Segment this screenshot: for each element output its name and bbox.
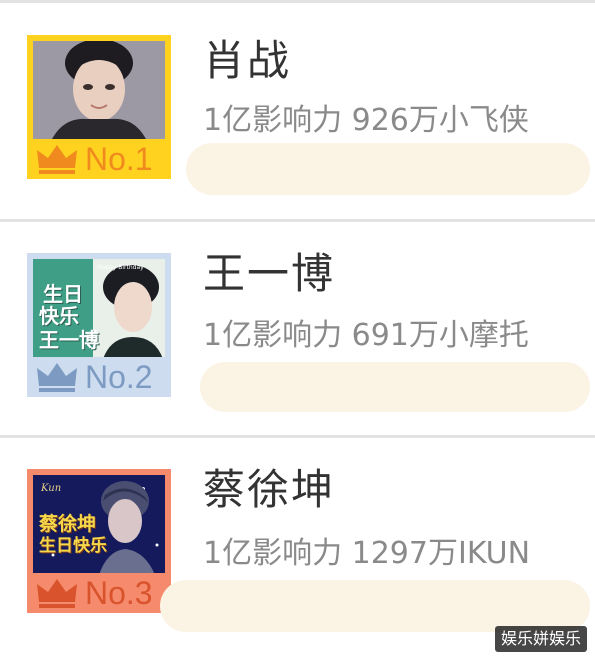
- poster-text-line: 生日快乐: [39, 536, 107, 556]
- crown-icon: [37, 363, 77, 392]
- poster-text-line: 快乐: [39, 304, 79, 328]
- star-name: 蔡徐坤: [203, 465, 336, 514]
- redaction-smear: [200, 362, 590, 412]
- avatar-frame: Kun 蔡徐坤 生日快乐 No.3: [27, 469, 171, 613]
- poster-top-text: Kun: [40, 483, 61, 494]
- ranking-page: No.1 肖战 1亿影响力 926万小飞侠 Happy Birthday 生日: [0, 0, 595, 660]
- poster-text-line: 王一博: [39, 328, 99, 352]
- rank-badge: No.3: [27, 573, 171, 613]
- rank-label: No.3: [85, 575, 153, 611]
- influence-stats: 1亿影响力 691万小摩托: [203, 318, 529, 353]
- poster-top-text: Happy Birthday: [97, 264, 144, 271]
- avatar: Kun 蔡徐坤 生日快乐: [33, 475, 165, 575]
- redaction-smear: [186, 143, 590, 195]
- rank-label: No.1: [85, 141, 153, 177]
- ranking-card-2[interactable]: Happy Birthday 生日 快乐 王一博 No.2 王一博 1亿影响力 …: [0, 222, 595, 434]
- rank-badge: No.2: [27, 357, 171, 397]
- influence-stats: 1亿影响力 926万小飞侠: [203, 103, 529, 138]
- avatar: [33, 41, 165, 141]
- crown-icon: [37, 579, 77, 608]
- redaction-smear: [160, 580, 590, 632]
- poster-text-line: 生日: [43, 282, 83, 306]
- ranking-card-3[interactable]: Kun 蔡徐坤 生日快乐 No.3 蔡徐坤 1亿影响力 1297万IKUN: [0, 438, 595, 650]
- rank-badge: No.1: [27, 139, 171, 179]
- rank-label: No.2: [85, 359, 153, 395]
- poster-text-line: 蔡徐坤: [39, 513, 97, 535]
- star-name: 王一博: [203, 249, 336, 298]
- avatar-frame: Happy Birthday 生日 快乐 王一博 No.2: [27, 253, 171, 397]
- avatar-frame: No.1: [27, 35, 171, 179]
- influence-stats: 1亿影响力 1297万IKUN: [203, 536, 531, 571]
- portrait-image: [33, 41, 165, 141]
- crown-icon: [37, 145, 77, 174]
- star-name: 肖战: [203, 36, 292, 85]
- avatar: Happy Birthday 生日 快乐 王一博: [33, 259, 165, 359]
- watermark: 娱乐姘娱乐: [494, 626, 587, 652]
- ranking-card-1[interactable]: No.1 肖战 1亿影响力 926万小飞侠: [0, 3, 595, 215]
